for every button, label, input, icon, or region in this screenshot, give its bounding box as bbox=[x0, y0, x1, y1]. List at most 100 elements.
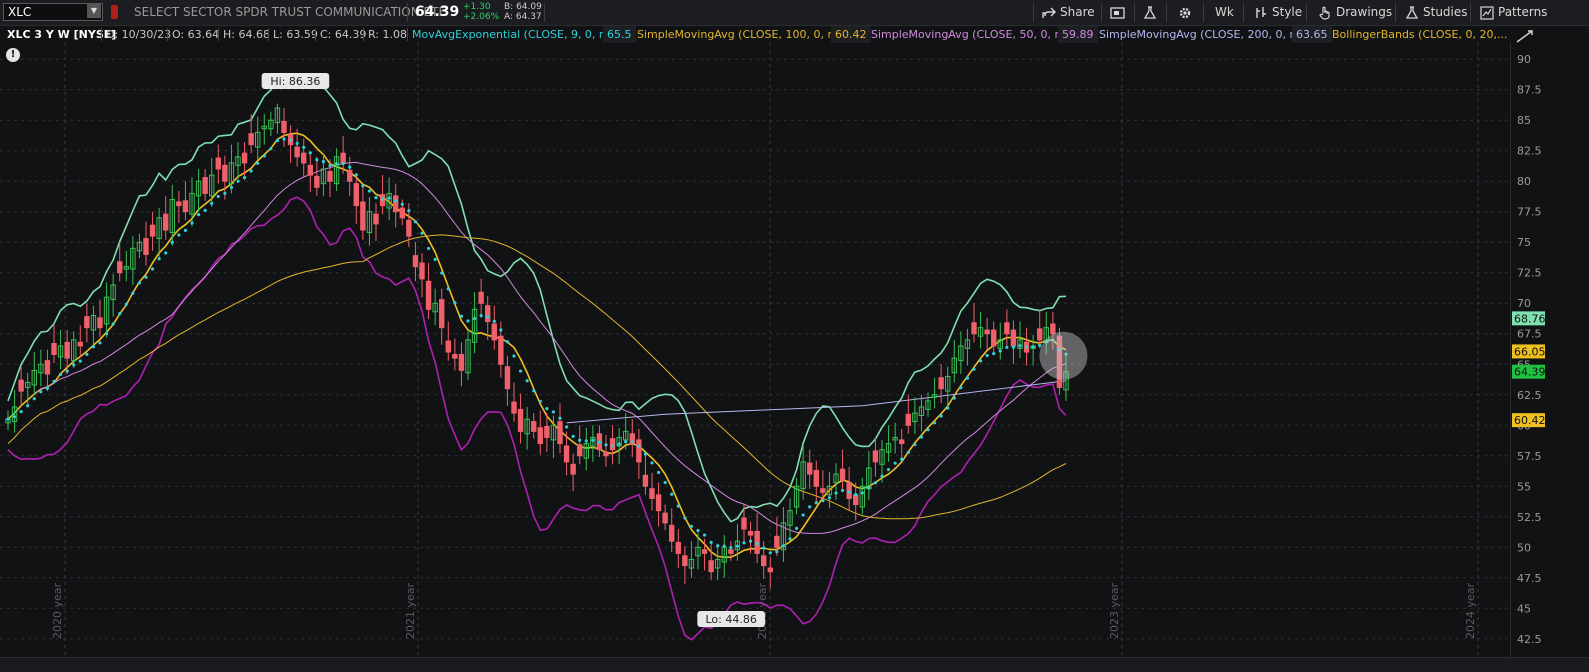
ema9-dot bbox=[302, 145, 306, 149]
y-tick-label: 52.5 bbox=[1517, 511, 1542, 524]
x-tick-label: 2022 year bbox=[756, 582, 769, 639]
candle-body bbox=[767, 567, 773, 573]
candle-body bbox=[373, 213, 379, 225]
bottom-scrollbar[interactable] bbox=[0, 657, 1589, 672]
candle-body bbox=[399, 207, 405, 219]
candle-body bbox=[452, 353, 458, 359]
ema9-dot bbox=[978, 359, 983, 363]
ema9-dot bbox=[446, 287, 450, 291]
ema9-dot bbox=[972, 367, 976, 371]
ema9-dot bbox=[571, 434, 575, 438]
ema9-dot bbox=[722, 544, 726, 548]
ema9-dot bbox=[584, 439, 588, 443]
patterns-button[interactable]: Patterns bbox=[1480, 0, 1547, 25]
candle-body bbox=[747, 530, 754, 536]
ema9-dot bbox=[932, 421, 937, 425]
candle-body bbox=[991, 329, 997, 347]
ema9-dot bbox=[170, 240, 174, 244]
candle-body bbox=[307, 164, 313, 176]
candle-body bbox=[425, 280, 432, 310]
ema9-dot bbox=[150, 267, 155, 271]
ema9-dot bbox=[578, 438, 582, 442]
candle-body bbox=[176, 201, 182, 207]
candle-body bbox=[899, 439, 905, 445]
ema9-dot bbox=[459, 314, 464, 318]
price-axis[interactable]: 9087.58582.58077.57572.57067.56562.56057… bbox=[1510, 43, 1589, 657]
ema9-dot bbox=[630, 440, 634, 444]
ema9-dot bbox=[637, 444, 641, 448]
candle-body bbox=[182, 200, 189, 213]
share-button[interactable]: Share bbox=[1042, 0, 1095, 25]
y-tick-label: 67.5 bbox=[1517, 328, 1542, 341]
study-sma100-label[interactable]: SimpleMovingAvg (CLOSE, 100, 0, no) bbox=[633, 26, 849, 43]
studies-button[interactable]: Studies bbox=[1405, 0, 1468, 25]
candle-body bbox=[393, 195, 399, 213]
candle-body bbox=[853, 494, 859, 506]
ema9-dot bbox=[985, 353, 989, 358]
bollinger-mid-line bbox=[7, 132, 1067, 559]
study-sma50-label[interactable]: SimpleMovingAvg (CLOSE, 50, 0, no) bbox=[867, 26, 1076, 43]
ema9-dot bbox=[420, 231, 424, 235]
candle-body bbox=[655, 494, 662, 512]
period-button[interactable]: Wk bbox=[1215, 0, 1234, 25]
ema9-dot bbox=[78, 359, 82, 363]
ema9-dot bbox=[926, 428, 930, 432]
candle-body bbox=[872, 450, 879, 463]
candle-body bbox=[64, 341, 70, 359]
ema9-dot bbox=[341, 162, 345, 166]
candle-body bbox=[353, 183, 359, 207]
ema9-dot bbox=[486, 315, 490, 319]
ema9-dot bbox=[532, 389, 536, 393]
candle-body bbox=[1004, 322, 1010, 335]
ema9-dot bbox=[26, 404, 30, 408]
ema9-dot bbox=[124, 302, 128, 306]
candle-body bbox=[445, 340, 451, 353]
symbol-dropdown-icon[interactable]: ▼ bbox=[87, 4, 101, 18]
candle-body bbox=[439, 299, 445, 329]
candle-body bbox=[570, 463, 576, 475]
study-ema9-label[interactable]: MovAvgExponential (CLOSE, 9, 0, no) bbox=[408, 26, 621, 43]
ema9-dot bbox=[591, 438, 595, 442]
snapshot-button[interactable] bbox=[1110, 0, 1130, 25]
ema9-dot bbox=[236, 179, 240, 183]
price-tag-text: 60.42 bbox=[1514, 414, 1546, 427]
candle-body bbox=[761, 555, 767, 567]
top-toolbar: XLC ▼ SELECT SECTOR SPDR TRUST COMMUNICA… bbox=[0, 0, 1589, 26]
ema9-dot bbox=[72, 363, 76, 367]
drawings-button[interactable]: Drawings bbox=[1318, 0, 1392, 25]
ema9-dot bbox=[854, 492, 858, 497]
style-button[interactable]: Style bbox=[1254, 0, 1302, 25]
ema9-dot bbox=[39, 390, 43, 394]
ema9-dot bbox=[840, 488, 845, 493]
x-tick-label: 2023 year bbox=[1108, 582, 1121, 639]
study-sma100-value: 60.42 bbox=[831, 26, 871, 43]
candle-body bbox=[531, 421, 537, 432]
candle-body bbox=[642, 474, 649, 487]
ema9-dot bbox=[210, 201, 214, 205]
candle-body bbox=[662, 512, 668, 524]
last-price: 64.39 bbox=[415, 4, 460, 20]
candle-body bbox=[149, 224, 156, 237]
study-bollinger-label[interactable]: BollingerBands (CLOSE, 0, 20,... bbox=[1328, 26, 1511, 43]
alert-icon[interactable]: ! bbox=[6, 48, 20, 62]
candle-body bbox=[143, 238, 149, 255]
ema9-dot bbox=[229, 185, 234, 189]
candle-body bbox=[511, 401, 517, 414]
ema9-dot bbox=[676, 504, 680, 508]
symbol-flag-icon[interactable] bbox=[111, 5, 118, 19]
candle-body bbox=[813, 469, 819, 487]
high-label: Hi: 86.36 bbox=[261, 73, 330, 89]
candle-body bbox=[1050, 323, 1056, 335]
ema9-dot bbox=[781, 544, 786, 548]
y-tick-label: 42.5 bbox=[1517, 633, 1542, 646]
ema9-dot bbox=[321, 160, 326, 164]
study-sma200-label[interactable]: SimpleMovingAvg (CLOSE, 200, 0, no) bbox=[1095, 26, 1311, 43]
ema9-dot bbox=[919, 435, 924, 439]
divider bbox=[544, 3, 545, 22]
ema9-dot bbox=[702, 533, 707, 537]
y-tick-label: 75 bbox=[1517, 236, 1531, 249]
flask-button[interactable] bbox=[1143, 0, 1161, 25]
ema9-dot bbox=[52, 379, 56, 384]
price-chart[interactable]: 2020 year 2021 year 2022 year 2023 year 2024… bbox=[0, 43, 1510, 657]
settings-button[interactable] bbox=[1178, 0, 1196, 25]
